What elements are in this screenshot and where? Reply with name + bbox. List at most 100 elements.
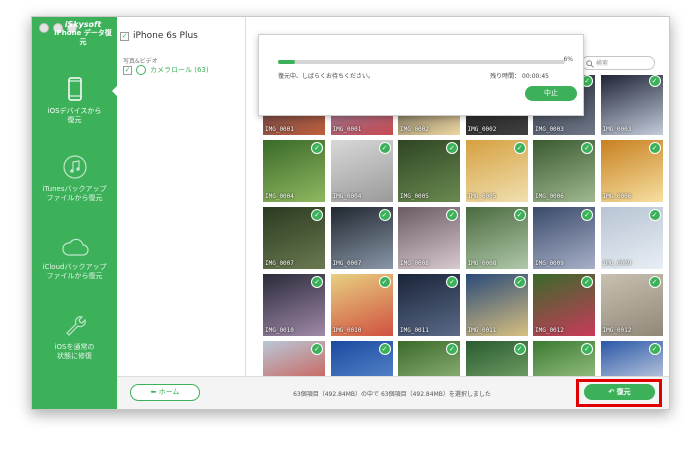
search-input[interactable]: 検索 [581, 56, 655, 70]
photo-label: IMG_0012 [535, 327, 564, 334]
photo-thumbnail[interactable]: ✓ IMG_0012 [533, 274, 595, 336]
photo-label: IMG_0011 [400, 327, 429, 334]
photo-checkmark-icon[interactable]: ✓ [446, 343, 458, 355]
photo-checkmark-icon[interactable]: ✓ [513, 209, 526, 221]
photo-label: IMG_0005 [467, 193, 497, 200]
photo-thumbnail[interactable]: ✓ [263, 341, 325, 376]
photo-thumbnail[interactable]: ✓ IMG_0009 [600, 207, 663, 269]
photo-checkmark-icon[interactable]: ✓ [648, 209, 661, 221]
photo-checkmark-icon[interactable]: ✓ [648, 75, 661, 87]
sidebar-item-repair-ios[interactable]: iOSを通常の 状態に修復 [32, 313, 117, 361]
photo-thumbnail[interactable]: ✓ IMG_0010 [263, 274, 325, 336]
cloud-icon [61, 238, 89, 256]
stop-button[interactable]: 中止 [525, 86, 577, 101]
photo-checkmark-icon[interactable]: ✓ [648, 142, 661, 154]
photo-thumbnail[interactable]: ✓ IMG_0007 [263, 207, 325, 269]
photo-checkmark-icon[interactable]: ✓ [446, 142, 458, 154]
photo-thumbnail[interactable]: ✓ [330, 341, 393, 376]
photo-thumbnail[interactable]: ✓ IMG_0007 [330, 207, 393, 269]
app-logo: iSkysoft iPhone データ復元 [52, 20, 114, 47]
photo-thumbnail[interactable]: ✓ [533, 341, 595, 376]
close-window-button[interactable] [39, 23, 49, 33]
photo-thumbnail[interactable]: ✓ IMG_0009 [533, 207, 595, 269]
photo-thumbnail[interactable]: ✓ IMG_0004 [263, 140, 325, 202]
photo-checkmark-icon[interactable]: ✓ [446, 276, 458, 288]
photo-thumbnail[interactable]: ✓ IMG_0006 [533, 140, 595, 202]
photo-checkmark-icon[interactable]: ✓ [648, 343, 661, 355]
photo-label: IMG_0006 [602, 193, 632, 200]
device-row[interactable]: ✓ iPhone 6s Plus [120, 31, 198, 41]
sidebar-item-ios-device[interactable]: iOSデバイスから 復元 [32, 77, 117, 125]
photo-thumbnail[interactable]: ✓ IMG_0011 [465, 274, 528, 336]
photo-thumbnail[interactable]: ✓ [465, 341, 528, 376]
photo-checkmark-icon[interactable]: ✓ [513, 343, 526, 355]
photo-label: IMG_0008 [467, 260, 497, 267]
photo-checkmark-icon[interactable]: ✓ [581, 276, 593, 288]
photo-thumbnail[interactable]: ✓ IMG_0008 [465, 207, 528, 269]
photo-checkmark-icon[interactable]: ✓ [311, 142, 323, 154]
photo-thumbnail[interactable]: ✓ IMG_0004 [330, 140, 393, 202]
photo-checkmark-icon[interactable]: ✓ [311, 343, 323, 355]
photo-thumbnail[interactable]: ✓ IMG_0012 [600, 274, 663, 336]
sidebar-item-label: 状態に修復 [57, 352, 92, 360]
photo-checkmark-icon[interactable]: ✓ [581, 343, 593, 355]
photo-label: IMG_0002 [400, 126, 429, 133]
photo-label: IMG_0003 [602, 126, 632, 133]
sidebar-item-label: iCloudバックアップ [42, 263, 107, 271]
recover-button[interactable]: ↶ 復元 [584, 384, 655, 400]
device-checkbox[interactable]: ✓ [120, 31, 129, 41]
progress-dialog: 6% 復元中、しばらくお待ちください。 残り時間： 00:00:45 中止 [258, 34, 584, 116]
photo-thumbnail[interactable]: ✓ IMG_0006 [600, 140, 663, 202]
photo-checkmark-icon[interactable]: ✓ [311, 276, 323, 288]
recover-icon: ↶ [608, 388, 617, 396]
tree-item-label: カメラロール (63) [150, 66, 209, 74]
photo-label: IMG_0002 [467, 126, 497, 133]
photo-label: IMG_0001 [332, 126, 362, 133]
photo-checkmark-icon[interactable]: ✓ [581, 209, 593, 221]
photo-checkmark-icon[interactable]: ✓ [378, 142, 391, 154]
photo-checkmark-icon[interactable]: ✓ [581, 142, 593, 154]
tree-item-camera-roll[interactable]: ✓ カメラロール (63) [123, 65, 209, 75]
photo-label: IMG_0009 [602, 260, 632, 267]
photo-label: IMG_0007 [265, 260, 294, 267]
home-button[interactable]: ⬅ ホーム [130, 384, 200, 401]
photo-label: IMG_0012 [602, 327, 632, 334]
photo-checkmark-icon[interactable]: ✓ [378, 343, 391, 355]
photo-thumbnail[interactable]: ✓ IMG_0005 [465, 140, 528, 202]
photo-thumbnail[interactable]: ✓ [600, 341, 663, 376]
search-placeholder: 検索 [596, 60, 609, 67]
progress-message: 復元中、しばらくお待ちください。 [278, 73, 375, 80]
photo-checkmark-icon[interactable]: ✓ [513, 276, 526, 288]
photo-label: IMG_0006 [535, 193, 564, 200]
photo-checkmark-icon[interactable]: ✓ [311, 209, 323, 221]
photo-thumbnail[interactable]: ✓ IMG_0008 [398, 207, 460, 269]
search-icon [586, 60, 594, 68]
progress-percent: 6% [563, 56, 573, 63]
photo-checkmark-icon[interactable]: ✓ [378, 209, 391, 221]
progress-bar-fill [278, 60, 296, 64]
sidebar-item-itunes-backup[interactable]: iTunesバックアップ ファイルから復元 [32, 155, 117, 203]
photo-label: IMG_0010 [265, 327, 294, 334]
sidebar-item-icloud-backup[interactable]: iCloudバックアップ ファイルから復元 [32, 237, 117, 281]
photo-thumbnail[interactable]: ✓ IMG_0010 [330, 274, 393, 336]
footer-bar: ⬅ ホーム 63個項目（492.84MB）の中で 63個項目（492.84MB）… [117, 376, 669, 409]
selection-status: 63個項目（492.84MB）の中で 63個項目（492.84MB）を選択しまし… [293, 391, 491, 398]
photo-checkmark-icon[interactable]: ✓ [513, 142, 526, 154]
photo-thumbnail[interactable]: ✓ IMG_0005 [398, 140, 460, 202]
product-name: iPhone データ復元 [54, 29, 112, 46]
brand-name: iSkysoft [64, 20, 102, 29]
photo-grid: ✓ IMG_0001 ✓ IMG_0001 ✓ IMG_0002 ✓ IMG_0002 ✓ IMG… [257, 75, 669, 376]
iphone-icon [67, 77, 82, 101]
photo-thumbnail[interactable]: ✓ [398, 341, 460, 376]
camera-icon [136, 65, 146, 75]
photo-label: IMG_0005 [400, 193, 429, 200]
photo-checkmark-icon[interactable]: ✓ [648, 276, 661, 288]
photo-thumbnail[interactable]: ✓ IMG_0003 [600, 75, 663, 135]
photo-label: IMG_0004 [332, 193, 362, 200]
recover-button-label: 復元 [616, 388, 631, 396]
photo-checkmark-icon[interactable]: ✓ [378, 276, 391, 288]
camera-roll-checkbox[interactable]: ✓ [123, 65, 132, 75]
photo-thumbnail[interactable]: ✓ IMG_0011 [398, 274, 460, 336]
sidebar-item-label: iOSデバイスから [47, 107, 102, 115]
photo-checkmark-icon[interactable]: ✓ [446, 209, 458, 221]
